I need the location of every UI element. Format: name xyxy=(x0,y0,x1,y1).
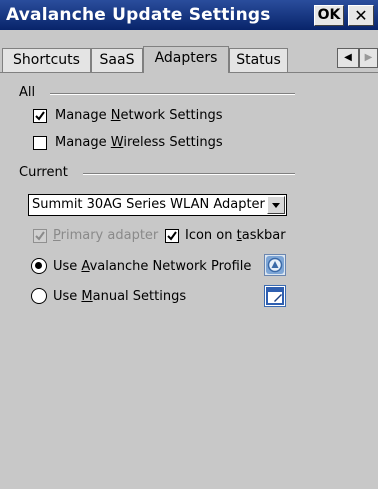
dropdown-arrow-button[interactable] xyxy=(267,196,285,214)
icon-on-taskbar-checkbox[interactable] xyxy=(165,229,179,243)
avalanche-profile-button[interactable] xyxy=(264,254,286,276)
primary-adapter-checkbox[interactable] xyxy=(33,229,47,243)
tab-status[interactable]: Status xyxy=(229,48,288,72)
checkmark-icon xyxy=(167,231,177,241)
close-button[interactable]: ✕ xyxy=(348,5,374,26)
window-title: Avalanche Update Settings xyxy=(6,5,271,25)
arrow-left-icon: ◀ xyxy=(344,52,352,63)
primary-adapter-label: Primary adapter xyxy=(53,228,159,243)
close-icon: ✕ xyxy=(354,6,368,25)
tab-scroll-right-button[interactable]: ▶ xyxy=(359,48,378,68)
manage-wireless-label[interactable]: Manage Wireless Settings xyxy=(55,135,223,150)
title-bar: Avalanche Update Settings OK ✕ xyxy=(0,0,378,30)
ok-button[interactable]: OK xyxy=(314,5,344,26)
arrow-right-icon: ▶ xyxy=(364,52,373,63)
use-avalanche-profile-radio[interactable] xyxy=(31,258,47,274)
radio-selected-dot xyxy=(35,262,42,269)
group-divider-current xyxy=(83,173,295,175)
checkmark-icon xyxy=(35,231,45,241)
group-label-all: All xyxy=(19,85,36,100)
edit-settings-icon xyxy=(266,287,284,305)
tab-shortcuts[interactable]: Shortcuts xyxy=(2,48,91,72)
adapter-select[interactable]: Summit 30AG Series WLAN Adapter xyxy=(28,194,287,216)
adapter-select-value: Summit 30AG Series WLAN Adapter xyxy=(32,197,265,212)
checkmark-icon xyxy=(35,111,45,121)
use-avalanche-profile-label[interactable]: Use Avalanche Network Profile xyxy=(53,259,251,274)
manage-network-checkbox[interactable] xyxy=(33,109,47,123)
manual-settings-button[interactable] xyxy=(264,285,286,307)
use-manual-settings-label[interactable]: Use Manual Settings xyxy=(53,289,186,304)
manage-network-label[interactable]: Manage Network Settings xyxy=(55,108,223,123)
tab-strip: Shortcuts SaaS Adapters Status ◀ ▶ xyxy=(0,30,378,73)
chevron-down-icon xyxy=(272,203,280,208)
group-label-current: Current xyxy=(19,165,68,180)
tab-adapters[interactable]: Adapters xyxy=(143,46,229,73)
tab-saas[interactable]: SaaS xyxy=(91,48,143,72)
avalanche-icon xyxy=(266,256,284,274)
group-divider-all xyxy=(50,93,295,95)
tab-scroll-left-button[interactable]: ◀ xyxy=(337,48,359,68)
use-manual-settings-radio[interactable] xyxy=(31,288,47,304)
icon-on-taskbar-label[interactable]: Icon on taskbar xyxy=(185,228,286,243)
manage-wireless-checkbox[interactable] xyxy=(33,136,47,150)
